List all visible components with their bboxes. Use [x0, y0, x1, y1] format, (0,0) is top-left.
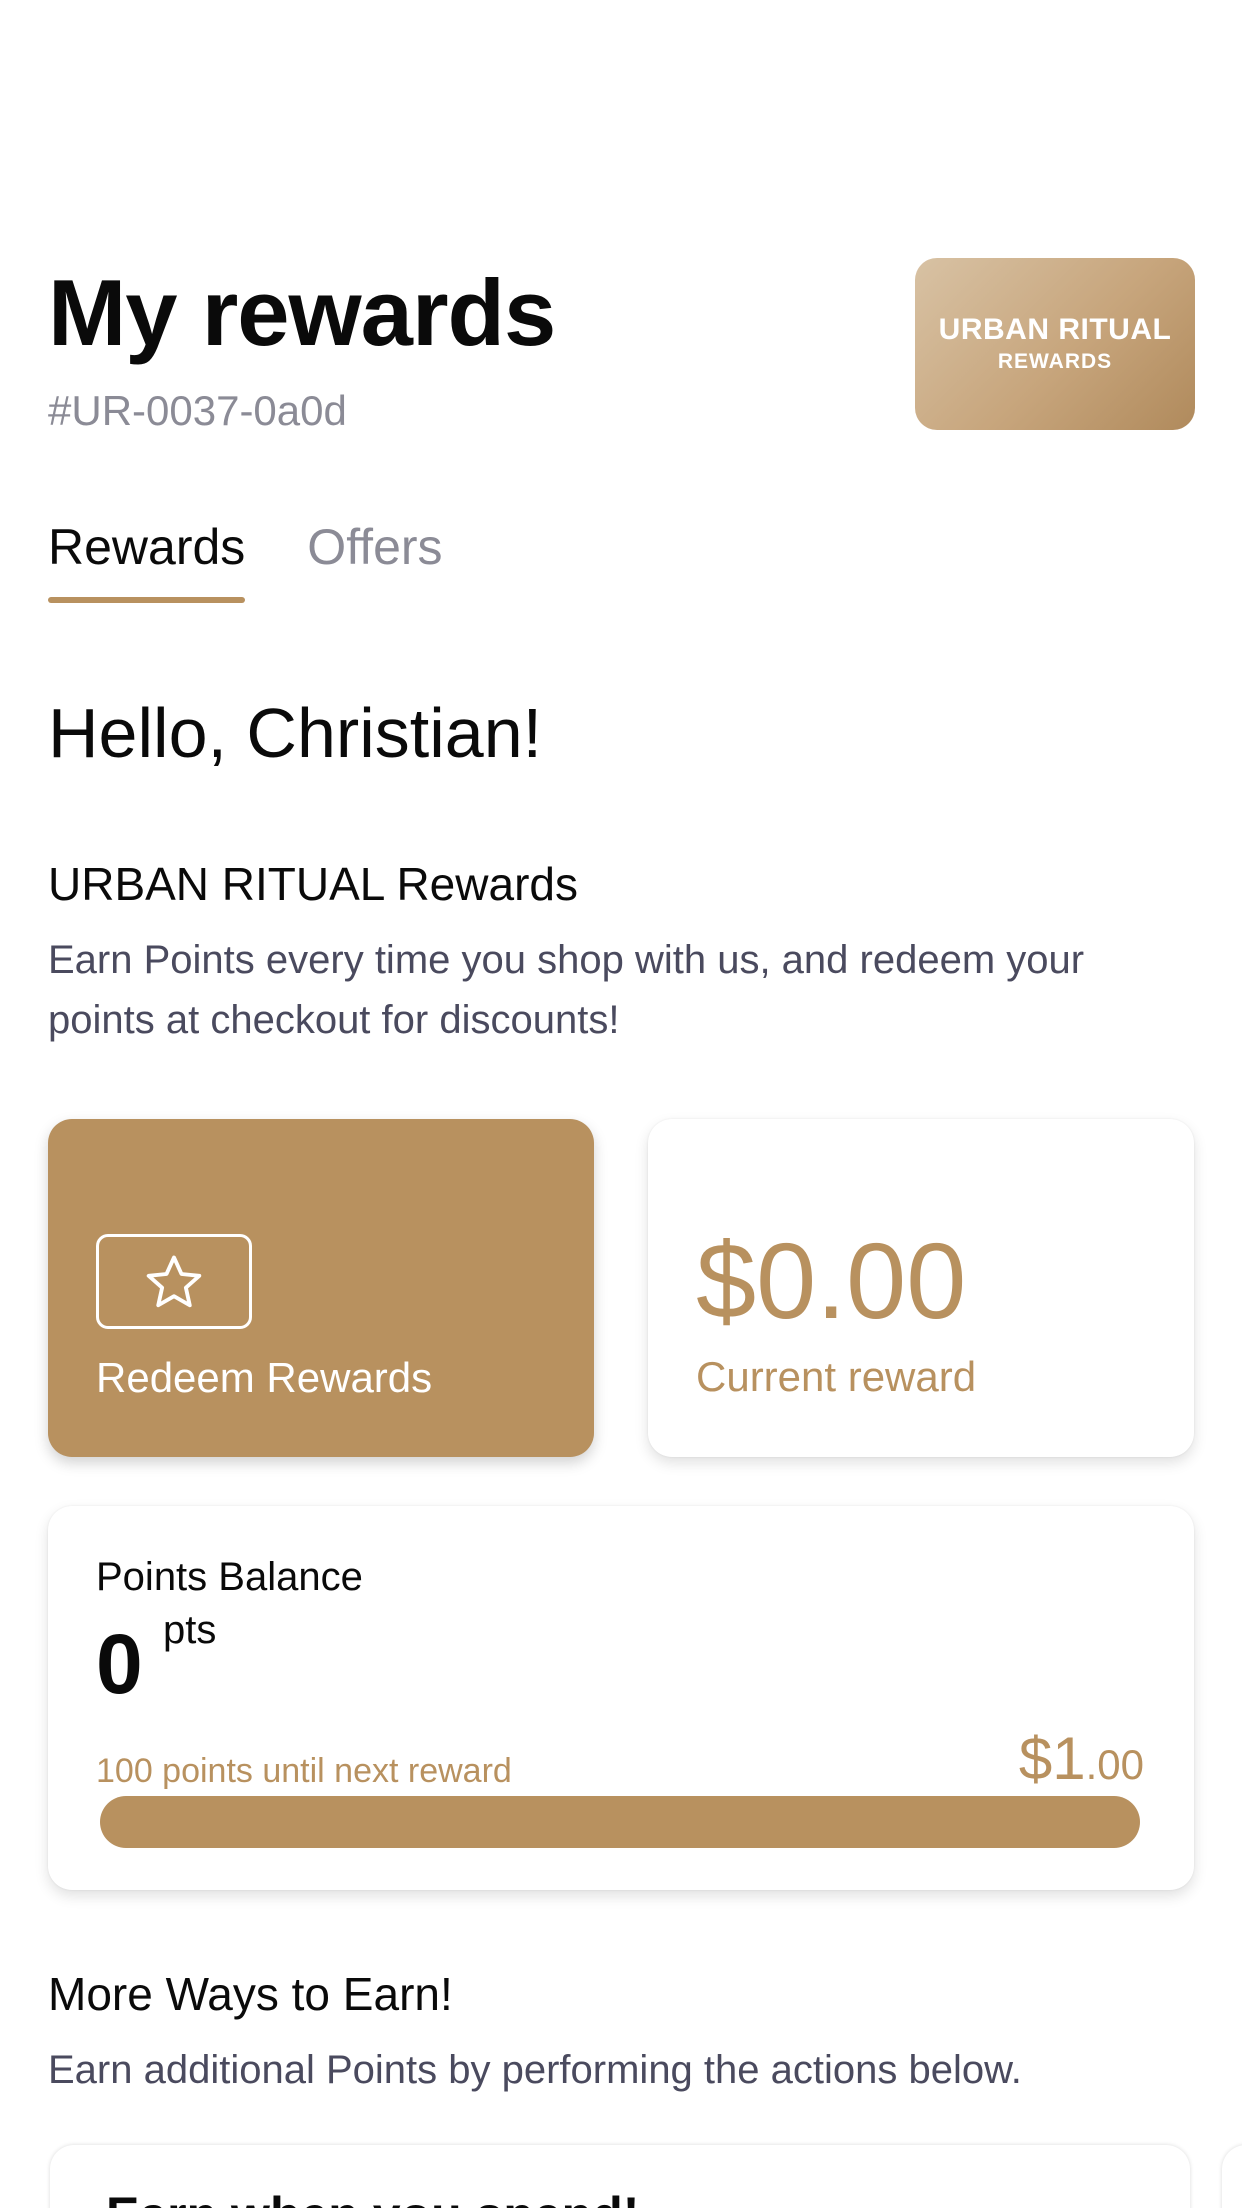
more-ways-description: Earn additional Points by performing the… [48, 2048, 1022, 2092]
points-balance-value: 0 [96, 1617, 143, 1711]
tab-offers[interactable]: Offers [307, 515, 442, 579]
earn-card-title: Earn when you spend! [106, 2185, 639, 2208]
rewards-screen: My rewards #UR-0037-0a0d URBAN RITUAL RE… [0, 0, 1242, 2208]
redeem-rewards-button[interactable]: Redeem Rewards [48, 1119, 594, 1457]
current-reward-amount: $0.00 [696, 1220, 967, 1341]
current-reward-label: Current reward [696, 1353, 977, 1400]
points-balance-card: Points Balance 0 pts 100 points until ne… [48, 1506, 1194, 1890]
points-progress-fill [100, 1796, 1140, 1848]
program-title: URBAN RITUAL Rewards [48, 858, 578, 910]
brand-subtitle: REWARDS [997, 350, 1113, 373]
star-icon [96, 1234, 252, 1329]
current-reward-card: $0.00 Current reward [648, 1119, 1194, 1457]
greeting: Hello, Christian! [48, 694, 543, 772]
tab-rewards[interactable]: Rewards [48, 515, 246, 603]
tab-bar: Rewards Offers [48, 515, 505, 603]
points-balance-title: Points Balance [96, 1555, 363, 1599]
next-reward-cents: .00 [1085, 1741, 1144, 1788]
earn-when-you-spend-card[interactable]: Earn when you spend! [50, 2145, 1190, 2208]
points-progress-bar [100, 1796, 1140, 1848]
more-ways-title: More Ways to Earn! [48, 1968, 453, 2020]
page-title: My rewards [48, 260, 556, 365]
points-unit: pts [163, 1608, 217, 1652]
member-id: #UR-0037-0a0d [48, 387, 347, 434]
next-reward-dollars: $1 [1018, 1725, 1086, 1792]
next-earn-card[interactable] [1222, 2145, 1242, 2208]
points-until-next-reward: 100 points until next reward [96, 1752, 512, 1790]
program-description: Earn Points every time you shop with us,… [48, 938, 1085, 1042]
redeem-rewards-label: Redeem Rewards [96, 1354, 433, 1401]
brand-name: URBAN RITUAL [938, 313, 1172, 346]
brand-logo-card: URBAN RITUAL REWARDS [915, 258, 1195, 430]
